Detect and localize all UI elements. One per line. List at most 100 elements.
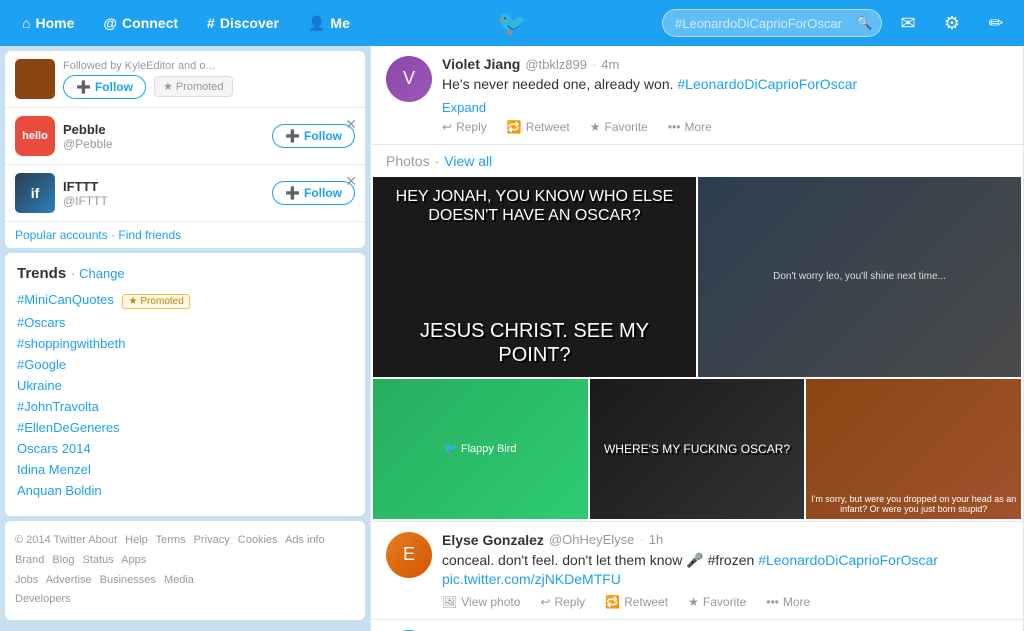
nav-home[interactable]: ⌂ Home xyxy=(10,7,86,39)
footer-ads-info[interactable]: Ads info xyxy=(285,534,325,546)
nav-discover[interactable]: # Discover xyxy=(195,7,291,39)
nav-me[interactable]: 👤 Me xyxy=(296,7,362,40)
trend-item-7: #EllenDeGeneres xyxy=(17,420,353,435)
messages-button[interactable]: ✉ xyxy=(890,5,926,41)
dot-photos: · xyxy=(435,153,440,169)
nav-discover-label: Discover xyxy=(220,15,279,31)
follow-plus-icon: ➕ xyxy=(76,80,91,94)
follow-item-pebble: hello Pebble @Pebble ➕ Follow ✕ xyxy=(5,108,365,165)
photo-main-meme[interactable]: HEY JONAH, YOU KNOW WHO ELSE DOESN'T HAV… xyxy=(373,177,696,377)
elyse-favorite-button[interactable]: ★ Favorite xyxy=(688,595,746,609)
footer-jobs[interactable]: Jobs xyxy=(15,574,38,586)
nav-connect[interactable]: @ Connect xyxy=(91,7,190,39)
tweet-elyse: E Elyse Gonzalez @OhHeyElyse · 1h concea… xyxy=(371,522,1023,620)
trends-box: Trends · Change #MiniCanQuotes ★ Promote… xyxy=(5,253,365,516)
violet-text-content: He's never needed one, already won. xyxy=(442,76,674,92)
person-icon: 👤 xyxy=(308,15,325,32)
trend-link-9[interactable]: Idina Menzel xyxy=(17,462,91,477)
trend-link-10[interactable]: Anquan Boldin xyxy=(17,483,102,498)
close-ifttt-button[interactable]: ✕ xyxy=(345,173,357,190)
elyse-reply-button[interactable]: ↩ Reply xyxy=(540,595,585,609)
footer-developers[interactable]: Developers xyxy=(15,593,71,605)
violet-favorite-button[interactable]: ★ Favorite xyxy=(590,120,648,134)
violet-tweet-text: He's never needed one, already won. #Leo… xyxy=(442,75,1008,95)
trend-item-2: #Oscars xyxy=(17,315,353,330)
left-sidebar: Followed by KyleEditor and o... ➕ Follow… xyxy=(0,46,370,631)
photo-oscar[interactable]: WHERE'S MY FUCKING OSCAR? xyxy=(590,379,805,519)
violet-expand[interactable]: Expand xyxy=(442,100,1008,115)
violet-retweet-button[interactable]: 🔁 Retweet xyxy=(507,120,570,134)
search-input[interactable] xyxy=(675,16,851,31)
pebble-handle: @Pebble xyxy=(63,137,264,151)
trend-link-3[interactable]: #shoppingwithbeth xyxy=(17,336,125,351)
elyse-tweet-content: Elyse Gonzalez @OhHeyElyse · 1h conceal.… xyxy=(442,532,1008,609)
violet-hashtag[interactable]: #LeonardoDiCaprioForOscar xyxy=(677,76,857,92)
popular-accounts-footer: Popular accounts · Find friends xyxy=(5,222,365,248)
trend-link-7[interactable]: #EllenDeGeneres xyxy=(17,420,120,435)
photo-side[interactable]: Don't worry leo, you'll shine next time.… xyxy=(698,177,1021,377)
trend-link-1[interactable]: #MiniCanQuotes xyxy=(17,292,114,307)
photo-flappy-bird[interactable]: 🐦 Flappy Bird xyxy=(373,379,588,519)
footer-brand[interactable]: Brand xyxy=(15,554,44,566)
close-pebble-button[interactable]: ✕ xyxy=(345,116,357,133)
compose-button[interactable]: ✏ xyxy=(978,5,1014,41)
footer-media[interactable]: Media xyxy=(164,574,194,586)
popular-accounts-link[interactable]: Popular accounts xyxy=(15,228,108,242)
footer-blog[interactable]: Blog xyxy=(52,554,74,566)
dot-sep-1: · xyxy=(592,57,596,72)
trend-link-2[interactable]: #Oscars xyxy=(17,315,65,330)
footer-terms[interactable]: Terms xyxy=(156,534,186,546)
elyse-link[interactable]: pic.twitter.com/zjNKDeMTFU xyxy=(442,571,621,587)
ifttt-handle: @IFTTT xyxy=(63,194,264,208)
elyse-handle: @OhHeyElyse xyxy=(549,532,634,547)
trend-link-6[interactable]: #JohnTravolta xyxy=(17,399,99,414)
follow-plus-icon-pebble: ➕ xyxy=(285,129,300,143)
promoted-star-icon: ★ xyxy=(128,296,137,307)
follow-label-promoted: Follow xyxy=(95,80,133,94)
violet-reply-button[interactable]: ↩ Reply xyxy=(442,120,487,134)
trend-link-5[interactable]: Ukraine xyxy=(17,378,62,393)
trend-item-3: #shoppingwithbeth xyxy=(17,336,353,351)
photo-redhead[interactable]: I'm sorry, but were you dropped on your … xyxy=(806,379,1021,519)
view-all-link[interactable]: View all xyxy=(444,153,492,169)
follow-button-ifttt[interactable]: ➕ Follow xyxy=(272,181,355,205)
footer-cookies[interactable]: Cookies xyxy=(238,534,278,546)
promoted-badge: ★ Promoted xyxy=(154,76,233,97)
pebble-avatar: hello xyxy=(15,116,55,156)
trends-header: Trends · Change xyxy=(17,265,353,282)
footer-about[interactable]: About xyxy=(88,534,117,546)
footer-apps[interactable]: Apps xyxy=(121,554,146,566)
search-bar[interactable]: 🔍 xyxy=(662,9,882,37)
search-icon: 🔍 xyxy=(856,15,872,31)
trends-change-link[interactable]: · Change xyxy=(71,266,124,281)
settings-button[interactable]: ⚙ xyxy=(934,5,970,41)
footer-privacy[interactable]: Privacy xyxy=(194,534,230,546)
elyse-view-photo[interactable]: 🖼 View photo xyxy=(442,595,520,609)
elyse-hashtag2[interactable]: #LeonardoDiCaprioForOscar xyxy=(758,552,938,568)
footer-status[interactable]: Status xyxy=(83,554,114,566)
elyse-text-content: conceal. don't feel. don't let them know… xyxy=(442,552,754,568)
follow-label-pebble: Follow xyxy=(304,129,342,143)
violet-avatar: V xyxy=(386,56,432,102)
main-content: V Violet Jiang @tbklz899 · 4m He's never… xyxy=(370,46,1024,631)
violet-more-button[interactable]: ••• More xyxy=(668,120,712,134)
trend-link-8[interactable]: Oscars 2014 xyxy=(17,441,91,456)
oscar-text: WHERE'S MY FUCKING OSCAR? xyxy=(599,437,795,461)
trend-link-4[interactable]: #Google xyxy=(17,357,66,372)
footer-help[interactable]: Help xyxy=(125,534,148,546)
photo-bottom-row: 🐦 Flappy Bird WHERE'S MY FUCKING OSCAR? … xyxy=(373,379,1021,519)
trend-item-1: #MiniCanQuotes ★ Promoted xyxy=(17,292,353,309)
elyse-more-button[interactable]: ••• More xyxy=(766,595,810,609)
elyse-avatar: E xyxy=(386,532,432,578)
footer-businesses[interactable]: Businesses xyxy=(100,574,156,586)
violet-name: Violet Jiang xyxy=(442,56,520,72)
redhead-caption: I'm sorry, but were you dropped on your … xyxy=(806,494,1021,514)
find-friends-link[interactable]: Find friends xyxy=(118,228,181,242)
nav-left: ⌂ Home @ Connect # Discover 👤 Me xyxy=(10,7,362,40)
follow-button-pebble[interactable]: ➕ Follow xyxy=(272,124,355,148)
trend-promoted-label: Promoted xyxy=(140,296,183,307)
footer-advertise[interactable]: Advertise xyxy=(46,574,92,586)
elyse-retweet-button[interactable]: 🔁 Retweet xyxy=(605,595,668,609)
follow-button-promoted[interactable]: ➕ Follow xyxy=(63,75,146,99)
photos-header: Photos · View all xyxy=(371,145,1023,177)
